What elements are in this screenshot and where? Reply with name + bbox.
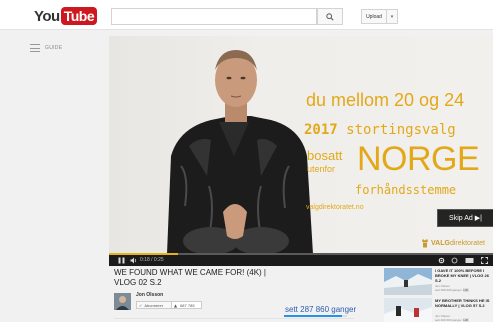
logo-you-text: You	[34, 7, 60, 25]
ad-bosatt: bosatt	[307, 148, 343, 163]
related-video-meta: sett 400 000 ganger HD	[435, 318, 469, 322]
video-player[interactable]: du mellom 20 og 24 2017 stortingsvalg bo…	[109, 36, 493, 266]
avatar-image	[114, 293, 131, 310]
ad-subheadline: 2017 stortingsvalg	[304, 122, 456, 138]
like-dislike-bar	[284, 315, 347, 317]
skip-ad-button[interactable]: Skip Ad ▶|	[437, 209, 493, 227]
search-input[interactable]	[111, 8, 317, 25]
player-controls: 0:18 / 0:25	[109, 255, 493, 266]
related-video-meta: sett 390 000 ganger HD	[435, 288, 469, 292]
volume-icon[interactable]	[130, 257, 137, 264]
brand-light: direktoratet	[449, 239, 485, 247]
thumbnail-image	[384, 268, 432, 295]
theater-mode-icon[interactable]	[465, 257, 474, 264]
upload-button[interactable]: Upload	[361, 9, 387, 24]
related-video-thumbnail[interactable]	[384, 298, 432, 322]
upload-menu-button[interactable]: ▾	[387, 9, 398, 24]
thumbnail-image	[384, 298, 432, 322]
video-title: WE FOUND WHAT WE CAME FOR! (4K) | VLOG 0…	[114, 268, 266, 287]
subscriber-count: ▲ 687 785	[172, 301, 202, 309]
ad-url: valgdirektoratet.no	[306, 204, 364, 211]
chevron-down-icon: ▾	[390, 13, 394, 20]
related-video-thumbnail[interactable]	[384, 268, 432, 295]
search-icon	[326, 12, 334, 21]
fullscreen-icon[interactable]	[481, 257, 488, 264]
related-video-item[interactable]: MY BROTHER THINKS HE IS NORMALLY | VLOG …	[384, 298, 493, 322]
like-bar-fill	[284, 315, 342, 317]
related-video-title[interactable]: I GAVE IT 100% BEFORE I BROKE MY KNEE | …	[435, 268, 493, 283]
channel-avatar[interactable]	[114, 293, 131, 310]
bell-icon[interactable]: ▲	[174, 303, 177, 308]
view-count: sett 287 860 ganger	[285, 305, 357, 314]
search-button[interactable]	[317, 8, 343, 25]
ad-person-image	[167, 50, 313, 254]
hd-badge: HD	[462, 288, 469, 292]
guide-button[interactable]: GUIDE	[30, 44, 62, 52]
related-video-views: sett 400 000 ganger	[435, 318, 462, 322]
ad-headline: du mellom 20 og 24	[306, 90, 465, 110]
ad-norge: NORGE	[357, 140, 480, 178]
valgdirektoratet-logo: VALG direktoratet	[421, 238, 485, 248]
pause-icon[interactable]	[118, 257, 125, 264]
ad-stortingsvalg: stortingsvalg	[337, 122, 456, 138]
checkmark-icon: ✓	[139, 302, 143, 308]
time-display: 0:18 / 0:25	[140, 257, 164, 263]
subscribe-button[interactable]: ✓ Abonnerer	[136, 301, 172, 309]
subscribe-label: Abonnerer	[144, 302, 164, 308]
brand-bold: VALG	[431, 239, 450, 247]
channel-name[interactable]: Jon Olsson	[136, 292, 163, 298]
related-video-item[interactable]: I GAVE IT 100% BEFORE I BROKE MY KNEE | …	[384, 268, 493, 295]
crown-emblem-icon	[422, 239, 428, 248]
ad-utenfor: utenfor	[307, 164, 336, 174]
masthead: You Tube Upload ▾	[0, 0, 493, 30]
youtube-watch-page: You Tube Upload ▾ GUIDE du mellom 20 og …	[0, 0, 493, 322]
settings-gear-icon[interactable]	[438, 257, 445, 264]
logo-tube-text: Tube	[60, 7, 98, 25]
related-video-views: sett 390 000 ganger	[435, 288, 462, 292]
miniplayer-icon[interactable]	[451, 257, 458, 264]
info-divider	[114, 318, 354, 319]
youtube-logo[interactable]: You Tube	[34, 7, 98, 25]
ad-forhandsstemme: forhåndsstemme	[355, 183, 457, 197]
subscriber-count-value: 687 785	[180, 302, 195, 308]
ad-year: 2017	[304, 122, 338, 138]
hd-badge: HD	[462, 318, 469, 322]
hamburger-menu-icon	[30, 44, 40, 52]
guide-label: GUIDE	[45, 45, 63, 51]
related-video-title[interactable]: MY BROTHER THINKS HE IS NORMALLY | VLOG …	[435, 298, 493, 308]
